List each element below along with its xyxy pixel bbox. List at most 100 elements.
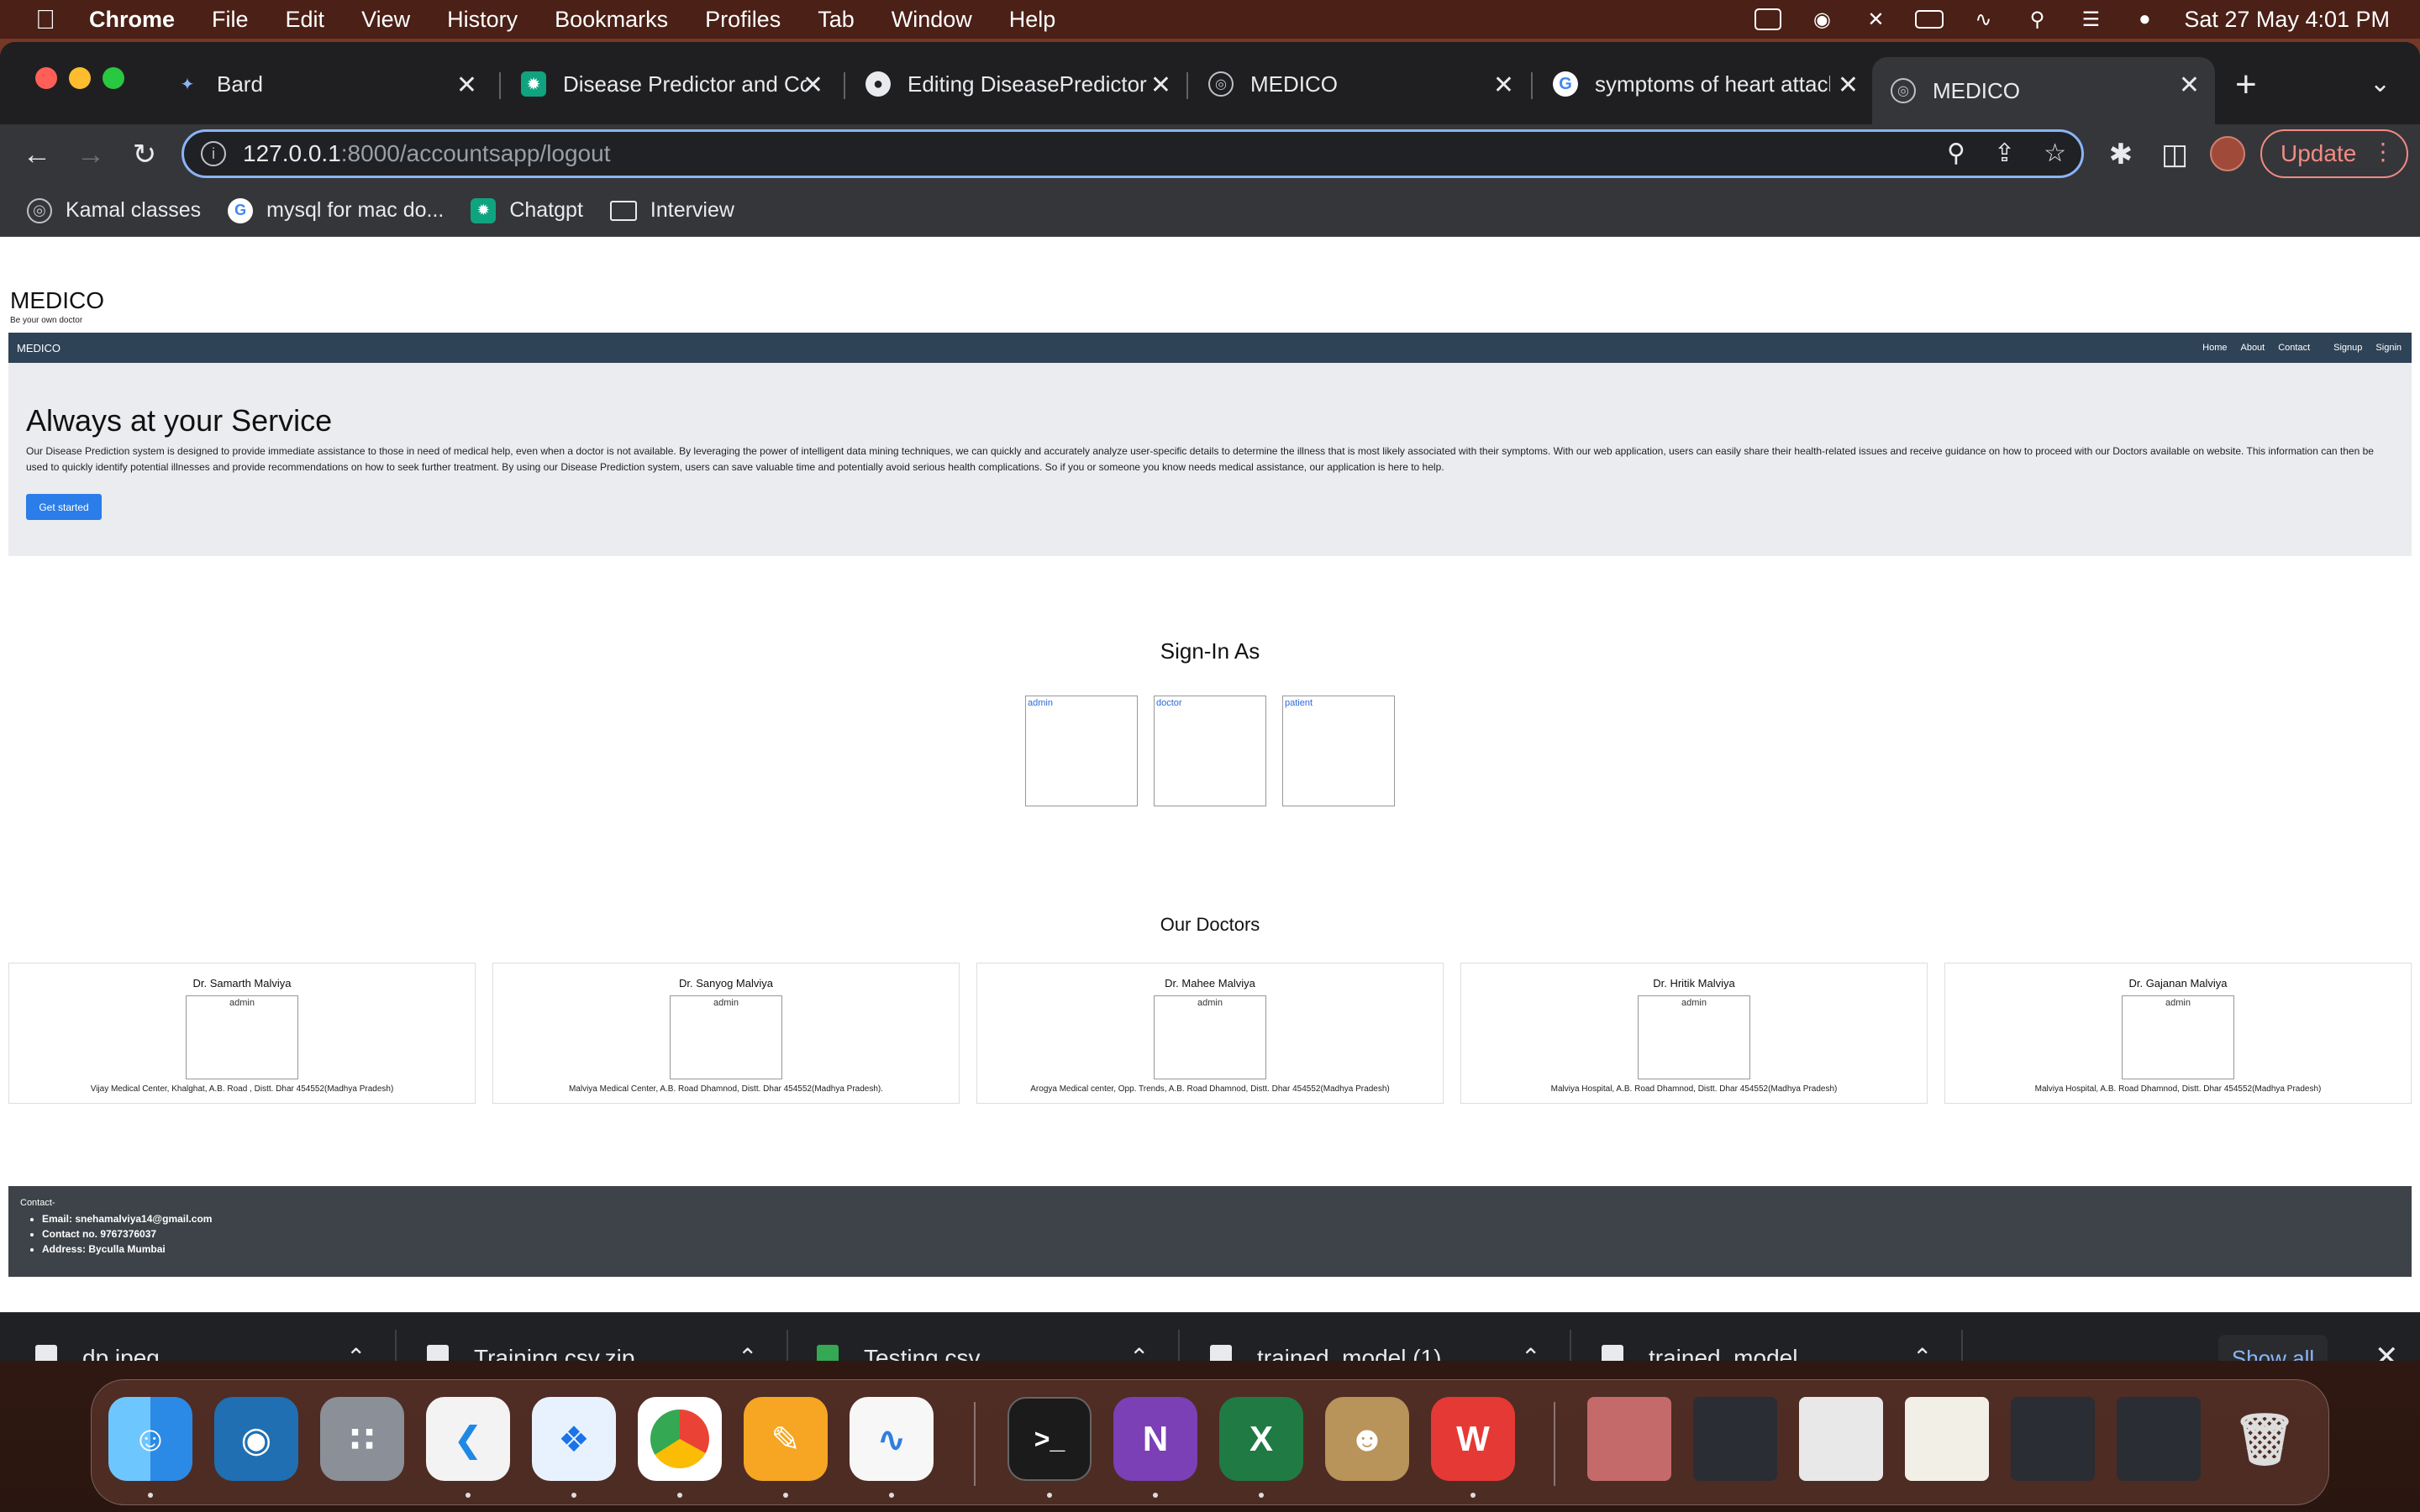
menu-help[interactable]: Help	[1009, 7, 1056, 33]
safari-compass-icon[interactable]: ❖	[532, 1397, 616, 1481]
kebab-menu-icon[interactable]: ⋮	[2371, 138, 2395, 165]
trash-icon[interactable]: 🗑	[2223, 1397, 2307, 1481]
vscode-icon[interactable]: ❮	[426, 1397, 510, 1481]
pages-pen-icon[interactable]: ✎	[744, 1397, 828, 1481]
doctor-card: Dr. Sanyog Malviya admin Malviya Medical…	[492, 963, 960, 1104]
menu-clock[interactable]: Sat 27 May 4:01 PM	[2184, 7, 2390, 33]
reload-icon[interactable]: ↻	[124, 134, 165, 175]
chrome-icon[interactable]	[638, 1397, 722, 1481]
menu-edit[interactable]: Edit	[286, 7, 325, 33]
tableplus-elephant-icon[interactable]: ◉	[214, 1397, 298, 1481]
menu-file[interactable]: File	[212, 7, 249, 33]
profile-avatar[interactable]	[2210, 136, 2245, 171]
site-info-icon[interactable]: i	[201, 141, 226, 166]
close-tab-icon[interactable]: ✕	[2179, 71, 2200, 100]
download-item[interactable]: Testing.csv	[817, 1313, 981, 1361]
signin-patient-card[interactable]: patient	[1282, 696, 1395, 806]
minimized-window-icon[interactable]	[1799, 1397, 1883, 1481]
address-bar[interactable]: i 127.0.0.1:8000/accountsapp/logout ⚲ ⇪ …	[182, 129, 2084, 178]
show-all-downloads-button[interactable]: Show all	[2218, 1335, 2328, 1361]
bookmark-mysql[interactable]: G mysql for mac do...	[228, 197, 444, 223]
wps-office-icon[interactable]: W	[1431, 1397, 1515, 1481]
freeform-icon[interactable]: ∿	[850, 1397, 934, 1481]
siri-icon[interactable]: ●	[2130, 8, 2159, 31]
bookmark-label: Kamal classes	[66, 198, 202, 222]
finder-icon[interactable]: ☺	[108, 1397, 192, 1481]
close-tab-icon[interactable]: ✕	[1838, 71, 1859, 100]
battery-icon[interactable]	[1915, 8, 1944, 31]
terminal-icon[interactable]: >_	[1007, 1397, 1092, 1481]
launchpad-icon[interactable]: ∷	[320, 1397, 404, 1481]
nav-link-about[interactable]: About	[2240, 343, 2265, 353]
close-downloads-icon[interactable]: ✕	[2375, 1340, 2399, 1361]
download-item[interactable]: trained_model (1)	[1210, 1313, 1441, 1361]
tab-google-search[interactable]: G symptoms of heart attack ✕	[1534, 57, 1874, 111]
update-button[interactable]: Update ⋮	[2260, 129, 2408, 178]
minimized-window-icon[interactable]	[1693, 1397, 1777, 1481]
nav-link-contact[interactable]: Contact	[2278, 343, 2310, 353]
minimize-window-button[interactable]	[69, 67, 91, 89]
extensions-puzzle-icon[interactable]: ✱	[2101, 134, 2141, 175]
close-tab-icon[interactable]: ✕	[1493, 71, 1514, 100]
menu-history[interactable]: History	[447, 7, 518, 33]
bookmark-chatgpt[interactable]: ✹ Chatgpt	[471, 197, 583, 223]
control-center-icon[interactable]: ☰	[2076, 8, 2105, 31]
close-tab-icon[interactable]: ✕	[456, 71, 477, 100]
download-item[interactable]: trained_model	[1602, 1313, 1797, 1361]
tab-search-chevron-icon[interactable]: ⌄	[2370, 69, 2391, 98]
nav-link-signup[interactable]: Signup	[2333, 343, 2362, 353]
side-panel-icon[interactable]: ◫	[2154, 134, 2195, 175]
minimized-window-icon[interactable]	[2011, 1397, 2095, 1481]
excel-icon[interactable]: X	[1219, 1397, 1303, 1481]
bookmark-star-icon[interactable]: ☆	[2044, 139, 2066, 168]
menu-profiles[interactable]: Profiles	[705, 7, 781, 33]
chevron-up-icon[interactable]: ⌃	[1129, 1343, 1149, 1361]
chevron-up-icon[interactable]: ⌃	[346, 1343, 366, 1361]
zoom-icon[interactable]: ⚲	[1947, 139, 1965, 168]
zoom-window-button[interactable]	[103, 67, 124, 89]
download-item[interactable]: dp.jpeg	[35, 1313, 160, 1361]
menu-tab[interactable]: Tab	[818, 7, 855, 33]
spotlight-search-icon[interactable]: ⚲	[2023, 8, 2051, 31]
close-window-button[interactable]	[35, 67, 57, 89]
nav-link-signin[interactable]: Signin	[2375, 343, 2402, 353]
menu-app-name[interactable]: Chrome	[89, 7, 175, 33]
tab-disease-predictor[interactable]: ✹ Disease Predictor and Co ✕	[502, 57, 839, 111]
address-url[interactable]: 127.0.0.1:8000/accountsapp/logout	[243, 140, 610, 167]
tab-medico-active[interactable]: ◎ MEDICO ✕	[1872, 57, 2215, 124]
get-started-button[interactable]: Get started	[26, 494, 102, 520]
menu-view[interactable]: View	[361, 7, 410, 33]
bookmark-kamal-classes[interactable]: ◎ Kamal classes	[27, 197, 202, 223]
menu-window[interactable]: Window	[892, 7, 972, 33]
forward-arrow-icon[interactable]: →	[71, 134, 111, 175]
back-arrow-icon[interactable]: ←	[17, 134, 57, 175]
chevron-up-icon[interactable]: ⌃	[1912, 1343, 1932, 1361]
minimized-window-icon[interactable]	[1905, 1397, 1989, 1481]
menu-bookmarks[interactable]: Bookmarks	[555, 7, 668, 33]
nav-link-home[interactable]: Home	[2202, 343, 2227, 353]
contacts-icon[interactable]: ☻	[1325, 1397, 1409, 1481]
chevron-up-icon[interactable]: ⌃	[738, 1343, 757, 1361]
elephant-status-icon[interactable]: ◉	[1807, 8, 1836, 31]
wifi-icon[interactable]: ∿	[1969, 8, 1997, 31]
minimized-window-icon[interactable]	[2117, 1397, 2201, 1481]
navbar-brand[interactable]: MEDICO	[17, 342, 60, 354]
close-tab-icon[interactable]: ✕	[802, 71, 823, 100]
bookmark-interview[interactable]: Interview	[609, 198, 734, 223]
new-tab-button[interactable]: +	[2235, 64, 2257, 106]
doctor-card: Dr. Samarth Malviya admin Vijay Medical …	[8, 963, 476, 1104]
pen-status-icon[interactable]: ✕	[1861, 8, 1890, 31]
tab-medico-1[interactable]: ◎ MEDICO ✕	[1190, 57, 1529, 111]
apple-icon[interactable]: 	[32, 4, 59, 34]
photo-thumbnail-icon[interactable]	[1587, 1397, 1671, 1481]
download-item[interactable]: Training.csv.zip	[427, 1313, 634, 1361]
wps-status-icon[interactable]	[1754, 8, 1782, 31]
chevron-up-icon[interactable]: ⌃	[1521, 1343, 1540, 1361]
signin-admin-card[interactable]: admin	[1025, 696, 1138, 806]
tab-bard[interactable]: ✦ Bard ✕	[156, 57, 492, 111]
tab-github-editing[interactable]: ● Editing DiseasePredictor ✕	[847, 57, 1186, 111]
close-tab-icon[interactable]: ✕	[1150, 71, 1171, 100]
onenote-icon[interactable]: N	[1113, 1397, 1197, 1481]
share-icon[interactable]: ⇪	[1994, 139, 2015, 168]
signin-doctor-card[interactable]: doctor	[1154, 696, 1266, 806]
